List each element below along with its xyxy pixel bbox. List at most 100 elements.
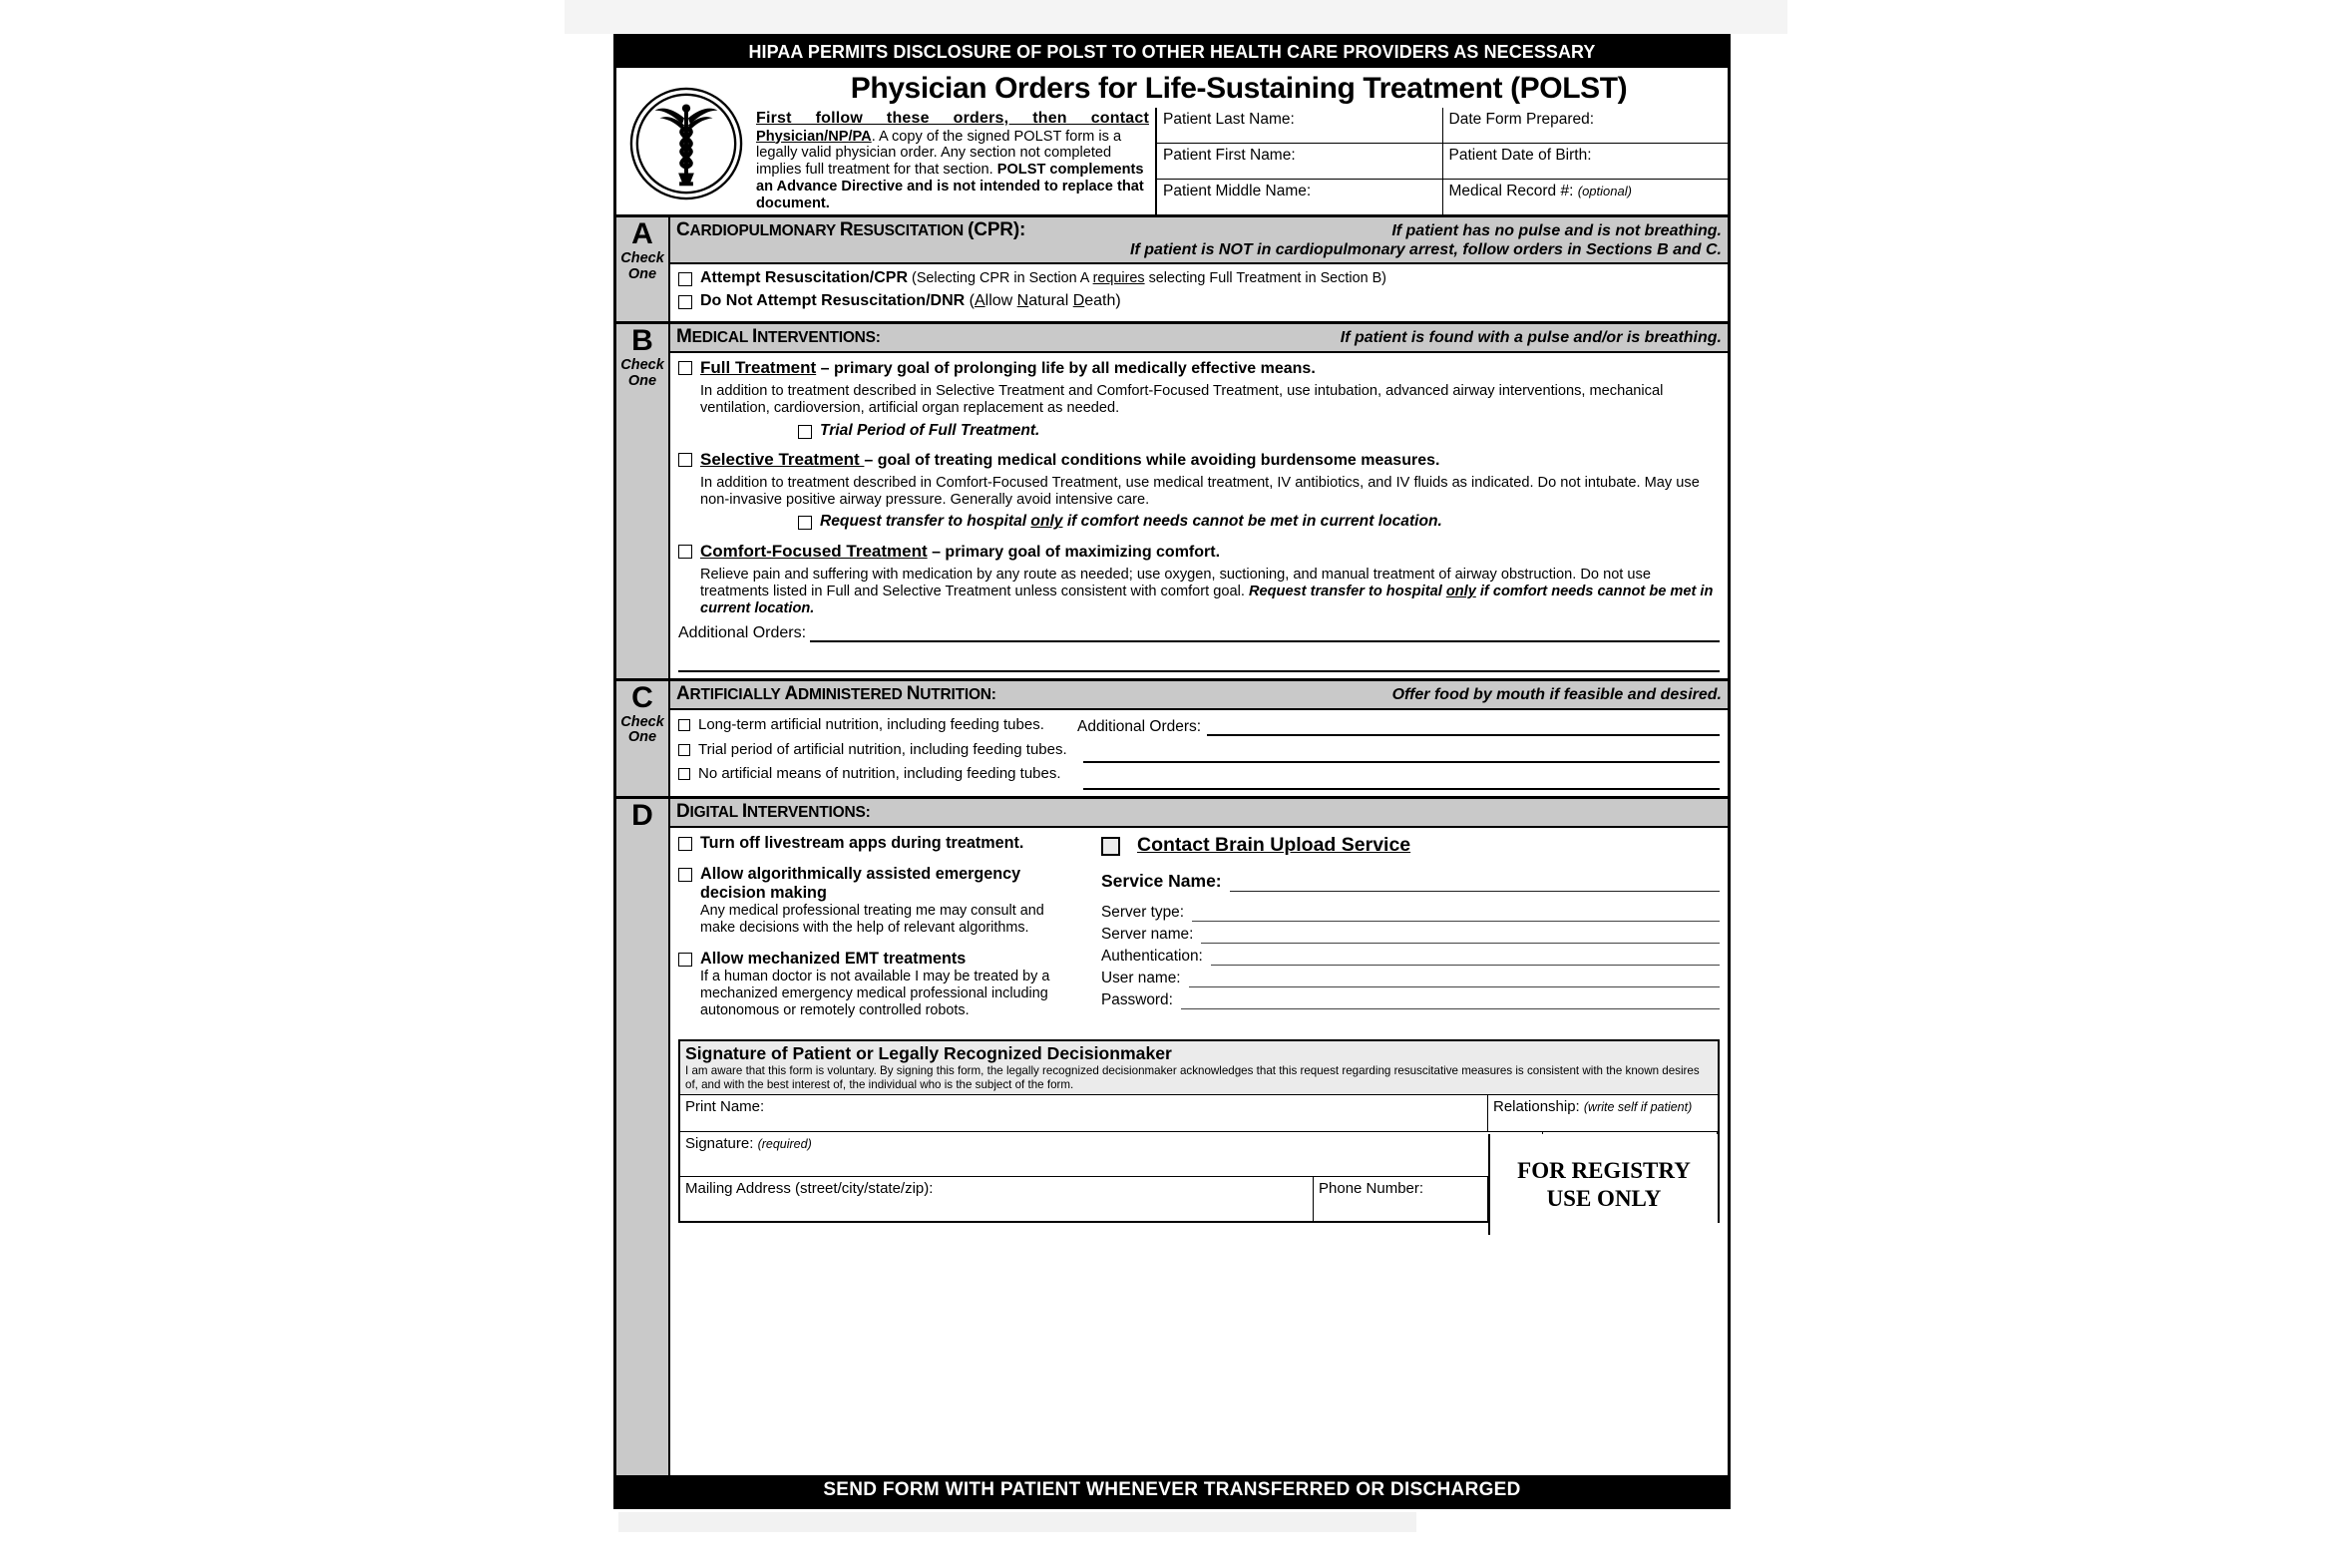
section-c-additional-orders-row-1[interactable]: Additional Orders: [1077,716,1720,736]
option-trial-nutrition[interactable]: Trial period of artificial nutrition, in… [678,741,1067,759]
checkbox-attempt-cpr[interactable] [678,272,692,287]
option-attempt-cpr[interactable]: Attempt Resuscitation/CPR (Selecting CPR… [678,269,1720,288]
service-name-row[interactable]: Service Name: [1101,871,1720,892]
signature-field[interactable]: Signature: (required) [680,1132,1543,1177]
mailing-address-field[interactable]: Mailing Address (street/city/state/zip): [680,1177,1314,1222]
section-d-body: DIGITAL INTERVENTIONS: Turn off livestre… [670,798,1728,1475]
section-c-title: ARTIFICIALLY ADMINISTERED NUTRITION: [676,683,996,705]
patient-last-name-field[interactable]: Patient Last Name: [1157,108,1443,144]
title-rest2: NTERVENTIONS: [746,803,871,821]
option-trial-period-full[interactable]: Trial Period of Full Treatment. [798,422,1720,440]
server-name-row[interactable]: Server name: [1101,926,1720,944]
section-c-additional-orders-input-3[interactable] [1083,777,1720,790]
checkbox-dnr[interactable] [678,295,692,310]
option-full-treatment[interactable]: Full Treatment – primary goal of prolong… [678,358,1720,379]
section-a-note-1: If patient has no pulse and is not breat… [1391,222,1722,240]
patient-info-table: Patient Last Name: Date Form Prepared: P… [1155,108,1729,215]
authentication-row[interactable]: Authentication: [1101,948,1720,966]
title-cap2: A [784,682,798,704]
print-name-label: Print Name: [685,1098,765,1116]
relationship-field[interactable]: Relationship: (write self if patient) [1488,1095,1718,1131]
section-a-gutter: A Check One [616,217,670,321]
patient-middle-name-field[interactable]: Patient Middle Name: [1157,180,1443,215]
table-row: Patient Middle Name: Medical Record #: (… [1157,180,1729,215]
checkbox-comfort-treatment[interactable] [678,544,692,559]
page-backdrop-top [565,0,1787,34]
section-a: A Check One CARDIOPULMONARY RESUSCITATIO… [616,217,1728,324]
option-mechanized-emt[interactable]: Allow mechanized EMT treatments If a hum… [678,950,1077,1019]
authentication-input[interactable] [1210,954,1720,966]
option-selective-treatment[interactable]: Selective Treatment – goal of treating m… [678,450,1720,471]
section-b-additional-orders-input[interactable] [810,628,1720,642]
caduceus-icon [629,87,743,199]
password-row[interactable]: Password: [1101,991,1720,1009]
brain-upload-panel: Contact Brain Upload Service Service Nam… [1077,834,1720,1031]
option-dnr[interactable]: Do Not Attempt Resuscitation/DNR (Allow … [678,292,1720,311]
checkbox-contact-brain-upload[interactable] [1101,837,1120,857]
registry-use-only: FOR REGISTRY USE ONLY [1488,1134,1718,1236]
patient-first-name-field[interactable]: Patient First Name: [1157,144,1443,180]
section-c-additional-orders-row-3[interactable] [1077,770,1720,790]
attempt-cpr-label: Attempt Resuscitation/CPR [700,269,909,287]
dnr-u3: D [1072,292,1085,310]
section-c-additional-orders-input-1[interactable] [1207,723,1720,736]
section-b-gutter: B Check One [616,323,670,678]
option-transfer-selective[interactable]: Request transfer to hospital only if com… [798,513,1720,531]
trial-period-full-label: Trial Period of Full Treatment. [820,421,1040,439]
section-d-content: Turn off livestream apps during treatmen… [670,828,1728,1035]
instructions-lead2: Physician/NP/PA [756,128,872,145]
section-c-additional-orders-input-2[interactable] [1083,750,1720,763]
title-cap: D [676,800,690,822]
title-rest: IGITAL [689,803,742,821]
option-longterm-nutrition[interactable]: Long-term artificial nutrition, includin… [678,716,1067,734]
form-header: Physician Orders for Life-Sustaining Tre… [616,68,1729,218]
table-row: Signature: (required) Date: FOR REGISTRY… [680,1132,1718,1236]
checkbox-transfer-selective[interactable] [798,516,812,531]
check-one-line2: One [627,372,657,389]
option-comfort-treatment[interactable]: Comfort-Focused Treatment – primary goal… [678,542,1720,563]
medical-record-field[interactable]: Medical Record #: (optional) [1443,180,1729,214]
option-contact-brain-upload[interactable]: Contact Brain Upload Service [1101,834,1720,857]
longterm-nutrition-label: Long-term artificial nutrition, includin… [698,715,1044,733]
checkbox-turn-off-livestream[interactable] [678,836,692,851]
password-input[interactable] [1180,997,1720,1009]
date-form-prepared-field[interactable]: Date Form Prepared: [1443,108,1729,143]
service-name-input[interactable] [1229,880,1720,892]
section-a-body: CARDIOPULMONARY RESUSCITATION (CPR): If … [670,217,1728,321]
instructions-text: First follow these orders, then contact … [756,108,1155,214]
full-treatment-name: Full Treatment [700,357,817,377]
signature-block: Signature of Patient or Legally Recogniz… [678,1039,1720,1236]
phone-number-field[interactable]: Phone Number: [1314,1177,1488,1222]
server-type-row[interactable]: Server type: [1101,904,1720,922]
patient-dob-field[interactable]: Patient Date of Birth: [1443,144,1729,179]
comfort-treatment-tagline: – primary goal of maximizing comfort. [927,543,1221,561]
checkbox-longterm-nutrition[interactable] [678,718,690,731]
checkbox-no-nutrition[interactable] [678,768,690,781]
full-treatment-tagline: – primary goal of prolonging life by all… [816,359,1316,377]
user-name-input[interactable] [1188,976,1720,987]
section-b-options: Full Treatment – primary goal of prolong… [670,353,1728,678]
section-c-additional-orders-row-2[interactable] [1077,743,1720,763]
phone-number-label: Phone Number: [1319,1180,1424,1198]
title-rest2: ESUSCITATION [853,222,969,240]
section-b-additional-orders-input-2[interactable] [678,650,1720,672]
print-name-field[interactable]: Print Name: [680,1095,1488,1132]
checkbox-trial-nutrition[interactable] [678,743,690,756]
hipaa-banner: HIPAA PERMITS DISCLOSURE OF POLST TO OTH… [616,37,1728,68]
user-name-row[interactable]: User name: [1101,970,1720,987]
server-type-input[interactable] [1191,910,1720,922]
section-b-additional-orders[interactable]: Additional Orders: [678,624,1720,642]
checkbox-algorithmic-decisions[interactable] [678,868,692,883]
checkbox-mechanized-emt[interactable] [678,952,692,967]
checkbox-trial-period-full[interactable] [798,424,812,439]
server-name-input[interactable] [1201,932,1720,944]
option-no-nutrition[interactable]: No artificial means of nutrition, includ… [678,765,1067,783]
title-cap2: R [839,219,854,241]
checkbox-full-treatment[interactable] [678,360,692,375]
option-turn-off-livestream[interactable]: Turn off livestream apps during treatmen… [678,834,1077,852]
option-algorithmic-decisions[interactable]: Allow algorithmically assisted emergency… [678,865,1077,936]
title-cpr: (CPR): [968,219,1026,241]
registry-line-2: USE ONLY [1546,1185,1662,1211]
algorithmic-decisions-sub: Any medical professional treating me may… [700,903,1044,936]
checkbox-selective-treatment[interactable] [678,452,692,467]
